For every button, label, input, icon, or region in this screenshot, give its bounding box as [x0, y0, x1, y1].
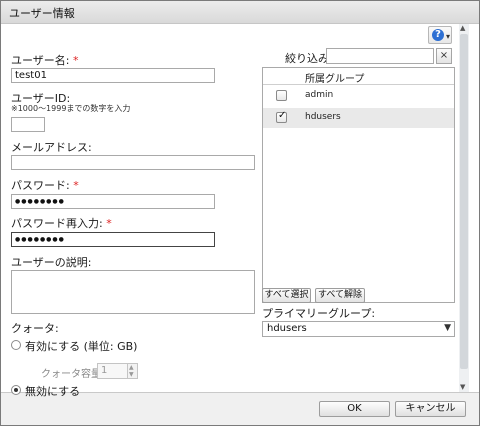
help-icon: ? [432, 29, 444, 41]
check-icon: ✓ [278, 110, 287, 121]
filter-input[interactable] [326, 48, 434, 64]
password-label: パスワード: * [11, 179, 79, 192]
email-label: メールアドレス: [11, 141, 92, 154]
dialog-title: ユーザー情報 [9, 7, 75, 20]
group-checkbox-hdusers[interactable]: ✓ [276, 110, 287, 123]
user-info-dialog: ユーザー情報 ? ▾ ユーザー名: * test01 ユーザーID: ※1000… [0, 0, 480, 426]
email-input[interactable] [11, 155, 255, 170]
scroll-up-icon[interactable]: ▲ [460, 24, 465, 32]
quota-disable-label: 無効にする [25, 385, 81, 398]
password-input[interactable]: ●●●●●●●● [11, 194, 215, 209]
group-list-header: 所属グループ [263, 68, 454, 85]
quota-capacity-label: クォータ容量: [41, 369, 105, 380]
ok-button[interactable]: OK [319, 401, 390, 417]
stepper-down-icon: ▼ [129, 371, 134, 378]
quota-capacity-stepper[interactable]: ▲ ▼ [127, 363, 138, 379]
select-all-button[interactable]: すべて選択 [262, 288, 311, 303]
dialog-content: ? ▾ ユーザー名: * test01 ユーザーID: ※1000～1999まで… [1, 24, 479, 398]
quota-disable-radio[interactable] [11, 385, 21, 395]
quota-enable-radio[interactable] [11, 340, 21, 350]
quota-enable-label: 有効にする (単位: GB) [25, 340, 138, 353]
chevron-down-icon: ▼ [444, 323, 451, 333]
dialog-scrollbar[interactable]: ▲ ▼ [459, 24, 469, 392]
username-input[interactable]: test01 [11, 68, 215, 83]
description-label: ユーザーの説明: [11, 256, 92, 269]
username-label: ユーザー名: * [11, 54, 79, 67]
scroll-down-icon[interactable]: ▼ [460, 383, 465, 391]
group-list: 所属グループ admin ✓ hdusers [262, 67, 455, 303]
userid-input[interactable] [11, 117, 45, 132]
chevron-down-icon: ▾ [446, 32, 451, 41]
group-row-hdusers[interactable]: ✓ hdusers [263, 108, 454, 128]
primary-group-select[interactable]: hdusers ▼ [262, 321, 455, 337]
help-button[interactable]: ? ▾ [428, 26, 452, 44]
quota-label: クォータ: [11, 322, 59, 335]
password-confirm-input[interactable]: ●●●●●●●● [11, 232, 215, 247]
scrollbar-thumb[interactable] [460, 34, 468, 369]
quota-capacity-input[interactable]: 1 [97, 363, 128, 379]
stepper-up-icon: ▲ [129, 364, 134, 371]
group-name: hdusers [305, 112, 341, 122]
primary-group-value: hdusers [267, 323, 307, 334]
group-name: admin [305, 90, 334, 100]
deselect-all-button[interactable]: すべて解除 [315, 288, 365, 303]
group-column-header: 所属グループ [305, 74, 365, 85]
close-icon: × [439, 50, 449, 61]
filter-clear-button[interactable]: × [436, 48, 452, 64]
group-checkbox-admin[interactable] [276, 90, 287, 101]
password-confirm-label: パスワード再入力: * [11, 217, 112, 230]
dialog-titlebar: ユーザー情報 [1, 1, 479, 24]
userid-hint: ※1000～1999までの数字を入力 [11, 104, 131, 113]
cancel-button[interactable]: キャンセル [395, 401, 466, 417]
primary-group-label: プライマリーグループ: [262, 307, 376, 320]
description-textarea[interactable] [11, 270, 255, 314]
group-row-admin[interactable]: admin [263, 86, 454, 106]
